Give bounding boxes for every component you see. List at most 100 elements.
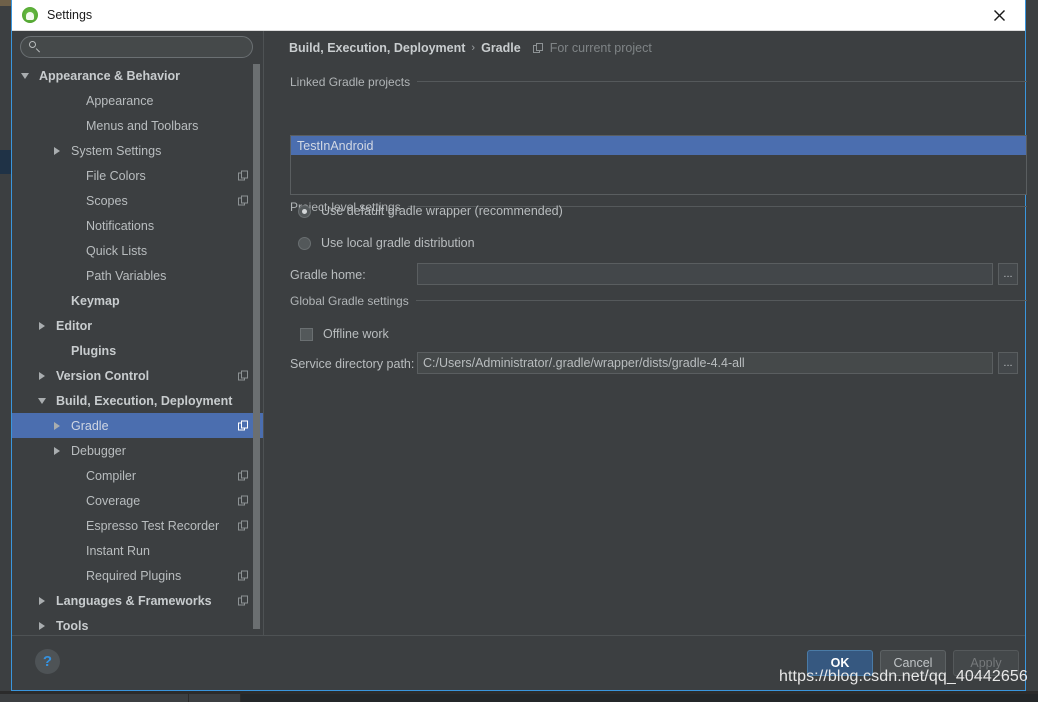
taskbar-segment <box>189 694 240 702</box>
sidebar-item-editor[interactable]: Editor <box>12 313 263 338</box>
linked-projects-group-label: Linked Gradle projects <box>290 75 411 89</box>
sidebar-item-quick-lists[interactable]: Quick Lists <box>12 238 263 263</box>
chevron-right-icon[interactable] <box>52 145 64 157</box>
breadcrumb-current: Gradle <box>481 41 521 55</box>
sidebar-item-notifications[interactable]: Notifications <box>12 213 263 238</box>
sidebar-item-debugger[interactable]: Debugger <box>12 438 263 463</box>
service-directory-input[interactable]: C:/Users/Administrator/.gradle/wrapper/d… <box>417 352 993 374</box>
sidebar-item-label: Compiler <box>86 468 137 483</box>
sidebar-item-build-execution-deployment[interactable]: Build, Execution, Deployment <box>12 388 263 413</box>
sidebar-item-label: Tools <box>56 618 89 633</box>
scope-badge-icon <box>238 195 249 206</box>
android-robot-icon <box>22 7 38 23</box>
sidebar-item-appearance-behavior[interactable]: Appearance & Behavior <box>12 63 263 88</box>
chevron-right-icon[interactable] <box>52 445 64 457</box>
scope-badge-icon <box>238 520 249 531</box>
sidebar-item-scopes[interactable]: Scopes <box>12 188 263 213</box>
chevron-right-icon[interactable] <box>37 320 49 332</box>
offline-work-checkbox[interactable] <box>300 327 313 341</box>
chevron-right-icon[interactable] <box>37 595 49 607</box>
scope-badge-icon <box>238 170 249 181</box>
sidebar-item-label: Build, Execution, Deployment <box>56 393 233 408</box>
radio-label: Use local gradle distribution <box>321 236 475 250</box>
sidebar-scrollbar-thumb[interactable] <box>253 64 260 629</box>
sidebar-item-file-colors[interactable]: File Colors <box>12 163 263 188</box>
search-input[interactable] <box>45 40 252 54</box>
sidebar-item-gradle[interactable]: Gradle <box>12 413 263 438</box>
desktop-accent-block <box>0 150 11 174</box>
sidebar-item-tools[interactable]: Tools <box>12 613 263 636</box>
settings-tree[interactable]: Appearance & Behavior Appearance Menus and… <box>12 63 263 636</box>
linked-projects-group-header: Linked Gradle projects <box>290 75 1027 89</box>
chevron-down-icon[interactable] <box>37 395 49 407</box>
sidebar-item-label: System Settings <box>71 143 162 158</box>
sidebar-item-label: Required Plugins <box>86 568 182 583</box>
sidebar-item-version-control[interactable]: Version Control <box>12 363 263 388</box>
chevron-down-icon[interactable] <box>20 70 32 82</box>
radio-indicator[interactable] <box>298 204 311 218</box>
sidebar-scrollbar[interactable] <box>252 64 261 632</box>
sidebar-item-instant-run[interactable]: Instant Run <box>12 538 263 563</box>
sidebar-item-appearance[interactable]: Appearance <box>12 88 263 113</box>
radio-use-default-wrapper[interactable]: Use default gradle wrapper (recommended) <box>298 204 563 218</box>
sidebar-item-required-plugins[interactable]: Required Plugins <box>12 563 263 588</box>
close-icon[interactable] <box>979 0 1019 31</box>
search-box[interactable] <box>20 36 253 58</box>
radio-indicator[interactable] <box>298 236 311 250</box>
list-item[interactable]: TestInAndroid <box>291 136 1026 155</box>
sidebar-item-label: Plugins <box>71 343 117 358</box>
watermark-text: https://blog.csdn.net/qq_40442656 <box>779 668 1028 685</box>
sidebar-item-label: Version Control <box>56 368 150 383</box>
chevron-right-icon[interactable] <box>52 420 64 432</box>
service-directory-browse-button[interactable]: ... <box>998 352 1018 374</box>
settings-sidebar: Appearance & Behavior Appearance Menus and… <box>12 31 264 636</box>
sidebar-item-label: Menus and Toolbars <box>86 118 199 133</box>
title-bar: Settings <box>12 0 1025 31</box>
sidebar-item-label: Appearance & Behavior <box>39 68 181 83</box>
scope-badge-icon <box>238 495 249 506</box>
sidebar-item-plugins[interactable]: Plugins <box>12 338 263 363</box>
scope-badge-icon <box>238 370 249 381</box>
group-divider <box>415 300 1027 302</box>
offline-work-checkbox-row[interactable]: Offline work <box>300 327 389 341</box>
sidebar-item-path-variables[interactable]: Path Variables <box>12 263 263 288</box>
chevron-right-icon[interactable] <box>37 370 49 382</box>
sidebar-item-label: Coverage <box>86 493 141 508</box>
breadcrumb-parent[interactable]: Build, Execution, Deployment <box>289 41 465 55</box>
sidebar-item-menus-and-toolbars[interactable]: Menus and Toolbars <box>12 113 263 138</box>
sidebar-item-languages-frameworks[interactable]: Languages & Frameworks <box>12 588 263 613</box>
breadcrumb: Build, Execution, Deployment › Gradle Fo… <box>289 41 652 55</box>
radio-use-local-distribution[interactable]: Use local gradle distribution <box>298 236 475 250</box>
sidebar-item-compiler[interactable]: Compiler <box>12 463 263 488</box>
window-title: Settings <box>47 8 93 22</box>
settings-dialog: Settings Appearance & Behavior Appearance… <box>11 0 1027 691</box>
scope-badge-icon <box>238 595 249 606</box>
gradle-home-input[interactable] <box>417 263 993 285</box>
help-button[interactable]: ? <box>35 649 60 674</box>
sidebar-item-label: Scopes <box>86 193 128 208</box>
linked-projects-list[interactable]: TestInAndroid <box>290 135 1027 195</box>
sidebar-item-coverage[interactable]: Coverage <box>12 488 263 513</box>
gradle-home-browse-button[interactable]: ... <box>998 263 1018 285</box>
scope-badge-icon <box>238 570 249 581</box>
chevron-right-icon[interactable] <box>37 620 49 632</box>
sidebar-item-keymap[interactable]: Keymap <box>12 288 263 313</box>
radio-label: Use default gradle wrapper (recommended) <box>321 204 563 218</box>
sidebar-item-label: Espresso Test Recorder <box>86 518 220 533</box>
sidebar-item-system-settings[interactable]: System Settings <box>12 138 263 163</box>
breadcrumb-scope-note: For current project <box>549 41 652 55</box>
sidebar-item-label: Appearance <box>86 93 154 108</box>
sidebar-item-label: File Colors <box>86 168 146 183</box>
sidebar-item-label: Instant Run <box>86 543 150 558</box>
sidebar-item-espresso-test-recorder[interactable]: Espresso Test Recorder <box>12 513 263 538</box>
search-icon <box>29 41 41 53</box>
service-directory-label: Service directory path: <box>290 357 415 371</box>
